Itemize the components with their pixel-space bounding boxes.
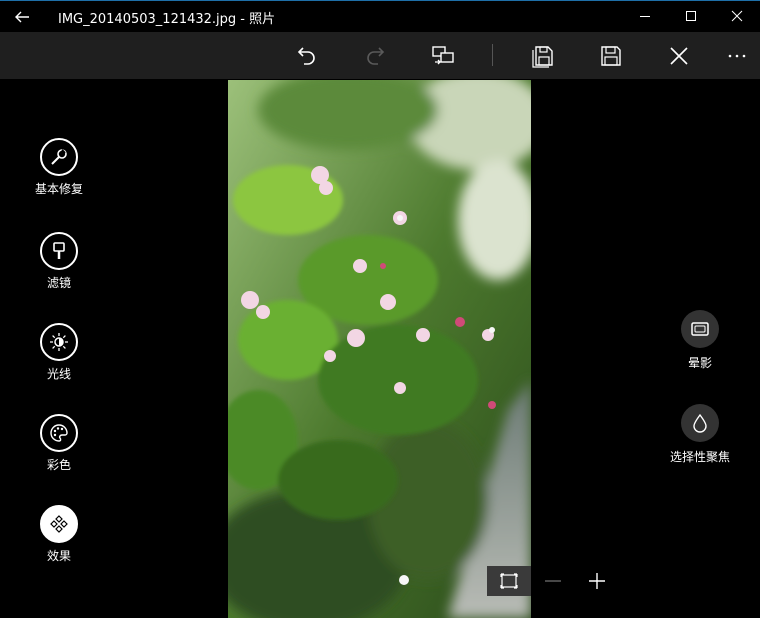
more-icon — [728, 54, 746, 58]
tool-circle — [40, 414, 78, 452]
save-icon — [601, 46, 621, 66]
tool-label: 晕影 — [687, 356, 712, 370]
redo-button[interactable] — [357, 38, 393, 74]
save-copy-icon — [532, 46, 553, 68]
tool-label: 滤镜 — [46, 276, 71, 290]
tool-light[interactable]: 光线 — [18, 323, 100, 382]
title-bar: IMG_20140503_121432.jpg - 照片 — [0, 0, 760, 32]
tool-filters[interactable]: 滤镜 — [18, 232, 100, 291]
maximize-button[interactable] — [668, 1, 714, 32]
save-button[interactable] — [593, 38, 629, 74]
minimize-button[interactable] — [622, 1, 668, 32]
window-title: IMG_20140503_121432.jpg - 照片 — [58, 12, 276, 27]
tool-effects[interactable]: 效果 — [18, 505, 100, 564]
fit-screen-icon — [500, 573, 518, 589]
flowers-photo — [228, 80, 531, 618]
tool-basic-fix[interactable]: 基本修复 — [18, 138, 100, 197]
edit-toolbar — [0, 32, 760, 79]
tool-label: 光线 — [46, 367, 71, 381]
tool-circle — [40, 138, 78, 176]
redo-icon — [367, 47, 385, 65]
undo-button[interactable] — [289, 38, 325, 74]
drop-icon — [693, 413, 707, 433]
zoom-controls — [487, 566, 617, 596]
tool-circle — [40, 232, 78, 270]
arrow-left-icon — [15, 11, 29, 23]
effects-icon — [50, 515, 68, 533]
tool-label: 基本修复 — [34, 182, 83, 196]
maximize-icon — [686, 11, 696, 21]
undo-icon — [297, 47, 315, 65]
compare-icon — [432, 46, 454, 65]
cancel-button[interactable] — [661, 38, 697, 74]
zoom-in-button[interactable] — [575, 566, 619, 596]
tool-circle-selected — [40, 505, 78, 543]
tool-selective-focus[interactable]: 选择性聚焦 — [650, 404, 750, 465]
tool-circle — [681, 310, 719, 348]
brush-icon — [53, 242, 65, 259]
tool-label: 效果 — [46, 549, 71, 563]
close-icon — [670, 47, 688, 65]
compare-button[interactable] — [425, 38, 461, 74]
palette-icon — [50, 424, 68, 442]
tool-color[interactable]: 彩色 — [18, 414, 100, 473]
back-button[interactable] — [12, 7, 32, 27]
zoom-out-icon — [545, 580, 561, 582]
tool-label: 选择性聚焦 — [669, 450, 730, 464]
zoom-out-button[interactable] — [531, 566, 575, 596]
toolbar-separator — [492, 44, 493, 66]
tool-circle — [681, 404, 719, 442]
tool-circle — [40, 323, 78, 361]
vignette-icon — [691, 322, 709, 336]
fit-screen-button[interactable] — [487, 566, 531, 596]
save-copy-button[interactable] — [525, 38, 561, 74]
minimize-icon — [640, 16, 650, 17]
close-icon — [731, 10, 743, 22]
zoom-in-icon — [589, 573, 605, 589]
photo-canvas[interactable] — [228, 80, 531, 618]
wrench-icon — [51, 149, 67, 165]
sun-icon — [50, 333, 68, 351]
close-window-button[interactable] — [714, 1, 760, 32]
more-button[interactable] — [719, 38, 755, 74]
tool-label: 彩色 — [46, 458, 71, 472]
tool-vignette[interactable]: 晕影 — [650, 310, 750, 371]
